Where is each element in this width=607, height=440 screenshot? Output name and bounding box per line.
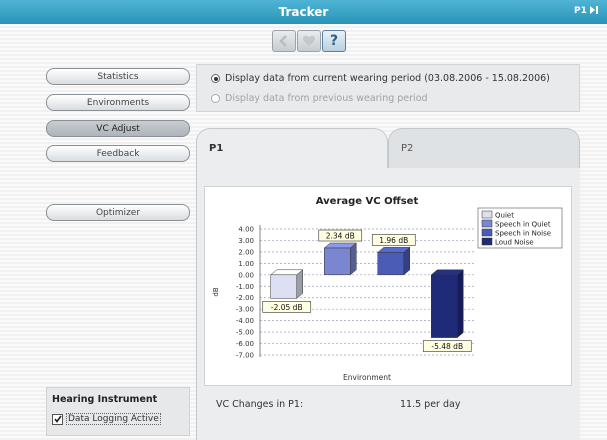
- vc-offset-chart: Average VC Offset 4.00 3.00 2.00 1.00 0.00 -1.…: [212, 196, 563, 382]
- feedback-button[interactable]: Feedback: [46, 145, 190, 162]
- y-tick-label: -3.00: [236, 306, 254, 314]
- data-label: -5.48 dB: [431, 342, 463, 351]
- bar: [377, 252, 404, 276]
- program-badge: P1: [574, 6, 599, 16]
- chart-title: Average VC Offset: [316, 196, 419, 207]
- y-tick-label: 2.00: [238, 248, 254, 256]
- help-icon: ?: [329, 33, 339, 49]
- previous-period-radio: Display data from previous wearing perio…: [211, 93, 428, 104]
- y-tick-label: -2.00: [236, 294, 254, 302]
- tab-p2-label: P2: [401, 143, 414, 154]
- y-tick-label: -6.00: [236, 340, 254, 348]
- bar-top: [270, 269, 304, 276]
- data-label: 1.96 dB: [379, 236, 408, 245]
- bar-top: [323, 242, 357, 249]
- y-tick-label: -1.00: [236, 283, 254, 291]
- back-button[interactable]: [272, 30, 296, 52]
- feedback-button-label: Feedback: [96, 148, 140, 159]
- window-title: Tracker: [278, 5, 329, 19]
- data-label: 2.34 dB: [326, 232, 355, 241]
- vc-adjust-button-label: VC Adjust: [96, 123, 140, 134]
- period-selection-panel: Display data from current wearing period…: [196, 64, 580, 112]
- title-bar: Tracker P1: [0, 0, 607, 24]
- current-period-radio[interactable]: Display data from current wearing period…: [211, 73, 550, 84]
- statistics-button-label: Statistics: [97, 71, 139, 82]
- bar-top: [377, 247, 411, 253]
- legend-entry: Quiet: [495, 212, 514, 220]
- y-tick-label: -7.00: [236, 352, 254, 360]
- y-tick-label: -5.00: [236, 329, 254, 337]
- tab-p1-label: P1: [209, 143, 224, 154]
- legend-swatch: [481, 228, 493, 237]
- vc-changes-label: VC Changes in P1:: [216, 399, 304, 410]
- data-logging-label: Data Logging Active: [66, 413, 161, 425]
- radio-disabled-icon: [211, 94, 220, 103]
- help-button[interactable]: ?: [322, 30, 346, 52]
- data-label: -2.05 dB: [271, 303, 303, 312]
- legend-swatch: [481, 237, 493, 246]
- bar: [431, 274, 458, 338]
- environments-button-label: Environments: [86, 97, 150, 108]
- chevron-left-icon: [279, 35, 287, 47]
- y-axis-label: dB: [212, 287, 220, 296]
- tab-p2[interactable]: P2: [388, 128, 580, 170]
- data-logging-checkbox[interactable]: Data Logging Active: [52, 413, 161, 425]
- vc-changes-value: 11.5 per day: [400, 399, 461, 410]
- arrow-right-icon: [590, 6, 598, 14]
- legend-entry: Speech in Noise: [495, 230, 551, 238]
- y-tick-label: 1.00: [238, 260, 254, 268]
- legend-entry: Speech in Quiet: [495, 221, 551, 229]
- vc-adjust-button[interactable]: VC Adjust: [46, 120, 190, 137]
- bar-top: [430, 269, 464, 276]
- bar-side: [457, 269, 464, 339]
- legend-swatch: [481, 219, 493, 228]
- bar: [324, 247, 351, 276]
- optimizer-button-label: Optimizer: [95, 207, 141, 218]
- home-button[interactable]: [297, 30, 321, 52]
- checkbox-checked-icon: [52, 413, 63, 425]
- current-period-label: Display data from current wearing period…: [225, 73, 550, 84]
- environments-button[interactable]: Environments: [46, 94, 190, 111]
- optimizer-button[interactable]: Optimizer: [46, 204, 190, 221]
- x-axis-label: Environment: [343, 373, 391, 382]
- y-tick-label: 0.00: [238, 271, 254, 279]
- statistics-button[interactable]: Statistics: [46, 68, 190, 85]
- legend-swatch: [481, 210, 493, 219]
- bar-side: [350, 242, 357, 276]
- hearing-instrument-title: Hearing Instrument: [52, 394, 158, 405]
- program-badge-label: P1: [574, 6, 587, 16]
- previous-period-label: Display data from previous wearing perio…: [225, 93, 428, 104]
- bar: [270, 274, 297, 299]
- radio-selected-icon: [211, 74, 220, 83]
- heart-icon: [302, 35, 316, 46]
- y-tick-label: 3.00: [238, 237, 254, 245]
- tab-p1[interactable]: P1: [196, 128, 388, 170]
- y-tick-label: -4.00: [236, 317, 254, 325]
- y-tick-label: 4.00: [238, 226, 254, 234]
- hearing-instrument-panel: Hearing Instrument Data Logging Active: [46, 387, 190, 436]
- legend-entry: Loud Noise: [495, 239, 534, 247]
